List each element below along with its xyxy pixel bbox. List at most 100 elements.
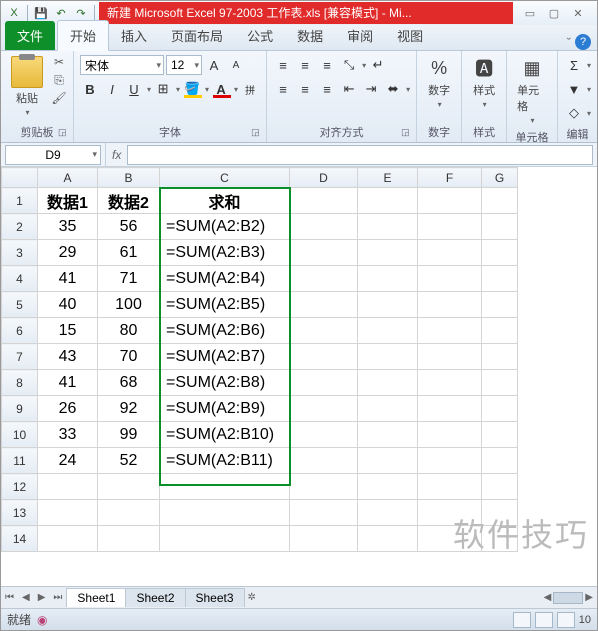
row-header-4[interactable]: 4 <box>2 266 38 292</box>
cell-C13[interactable] <box>160 500 290 526</box>
maximize-button[interactable]: ▢ <box>545 7 563 20</box>
cell-A12[interactable] <box>38 474 98 500</box>
cell-D2[interactable] <box>290 214 358 240</box>
normal-view-button[interactable] <box>513 612 531 628</box>
cell-G2[interactable] <box>482 214 518 240</box>
select-all-corner[interactable] <box>2 168 38 188</box>
cell-B1[interactable]: 数据2 <box>98 188 160 214</box>
cell-C6[interactable]: =SUM(A2:B6) <box>160 318 290 344</box>
cell-G14[interactable] <box>482 526 518 552</box>
cell-G13[interactable] <box>482 500 518 526</box>
cell-G3[interactable] <box>482 240 518 266</box>
cut-icon[interactable]: ✂ <box>51 54 67 70</box>
grow-font-icon[interactable]: A <box>204 55 224 75</box>
cell-G6[interactable] <box>482 318 518 344</box>
cell-D9[interactable] <box>290 396 358 422</box>
cell-D1[interactable] <box>290 188 358 214</box>
row-header-5[interactable]: 5 <box>2 292 38 318</box>
sheet-nav-first-icon[interactable]: ⏮ <box>1 592 18 603</box>
cell-F9[interactable] <box>418 396 482 422</box>
cell-D5[interactable] <box>290 292 358 318</box>
cell-D14[interactable] <box>290 526 358 552</box>
row-header-2[interactable]: 2 <box>2 214 38 240</box>
cell-A3[interactable]: 29 <box>38 240 98 266</box>
cell-B13[interactable] <box>98 500 160 526</box>
cell-F7[interactable] <box>418 344 482 370</box>
cell-A6[interactable]: 15 <box>38 318 98 344</box>
indent-dec-icon[interactable]: ⇤ <box>339 79 359 99</box>
cell-C10[interactable]: =SUM(A2:B10) <box>160 422 290 448</box>
minimize-button[interactable]: ▭ <box>521 7 539 20</box>
cell-F3[interactable] <box>418 240 482 266</box>
format-painter-icon[interactable]: 🖌 <box>51 90 67 106</box>
fx-icon[interactable]: fx <box>105 143 127 166</box>
cell-B3[interactable]: 61 <box>98 240 160 266</box>
tab-formula[interactable]: 公式 <box>235 21 285 50</box>
cell-F4[interactable] <box>418 266 482 292</box>
cell-C11[interactable]: =SUM(A2:B11) <box>160 448 290 474</box>
cell-D7[interactable] <box>290 344 358 370</box>
hscroll-right-icon[interactable]: ▶ <box>585 592 593 603</box>
cell-G7[interactable] <box>482 344 518 370</box>
tab-file[interactable]: 文件 <box>5 21 55 50</box>
wrap-text-icon[interactable]: ↵ <box>368 55 388 75</box>
zoom-level[interactable]: 10 <box>579 614 591 626</box>
underline-button[interactable]: U <box>124 79 144 99</box>
tab-view[interactable]: 视图 <box>385 21 435 50</box>
fill-color-icon[interactable]: 🪣 <box>182 79 202 99</box>
cell-F10[interactable] <box>418 422 482 448</box>
align-bottom-icon[interactable]: ≡ <box>317 55 337 75</box>
sheet-tab-1[interactable]: Sheet1 <box>66 588 126 607</box>
cell-C5[interactable]: =SUM(A2:B5) <box>160 292 290 318</box>
cell-C2[interactable]: =SUM(A2:B2) <box>160 214 290 240</box>
worksheet-grid[interactable]: ABCDEFG1数据1数据2求和23556=SUM(A2:B2)32961=SU… <box>1 167 597 586</box>
cell-E6[interactable] <box>358 318 418 344</box>
sheet-nav-last-icon[interactable]: ⏭ <box>49 592 66 603</box>
row-header-14[interactable]: 14 <box>2 526 38 552</box>
cell-D11[interactable] <box>290 448 358 474</box>
cell-B8[interactable]: 68 <box>98 370 160 396</box>
cell-F2[interactable] <box>418 214 482 240</box>
cell-G8[interactable] <box>482 370 518 396</box>
cell-E7[interactable] <box>358 344 418 370</box>
cell-C14[interactable] <box>160 526 290 552</box>
col-header-F[interactable]: F <box>418 168 482 188</box>
cell-E1[interactable] <box>358 188 418 214</box>
align-right-icon[interactable]: ≡ <box>317 79 337 99</box>
row-header-12[interactable]: 12 <box>2 474 38 500</box>
cell-A14[interactable] <box>38 526 98 552</box>
cell-G12[interactable] <box>482 474 518 500</box>
cell-A8[interactable]: 41 <box>38 370 98 396</box>
autosum-icon[interactable]: Σ <box>564 55 584 75</box>
bold-button[interactable]: B <box>80 79 100 99</box>
new-sheet-icon[interactable]: ✲ <box>244 592 260 603</box>
row-header-11[interactable]: 11 <box>2 448 38 474</box>
cell-B6[interactable]: 80 <box>98 318 160 344</box>
row-header-9[interactable]: 9 <box>2 396 38 422</box>
cells-button[interactable]: ▦单元格▾ <box>513 54 551 127</box>
cell-F12[interactable] <box>418 474 482 500</box>
tab-data[interactable]: 数据 <box>285 21 335 50</box>
cell-G9[interactable] <box>482 396 518 422</box>
col-header-C[interactable]: C <box>160 168 290 188</box>
cell-D6[interactable] <box>290 318 358 344</box>
align-top-icon[interactable]: ≡ <box>273 55 293 75</box>
cell-B14[interactable] <box>98 526 160 552</box>
cell-B7[interactable]: 70 <box>98 344 160 370</box>
hscroll-left-icon[interactable]: ◀ <box>544 592 552 603</box>
cell-G1[interactable] <box>482 188 518 214</box>
cell-F8[interactable] <box>418 370 482 396</box>
name-box[interactable]: D9 <box>5 145 101 165</box>
cell-E3[interactable] <box>358 240 418 266</box>
cell-B2[interactable]: 56 <box>98 214 160 240</box>
cell-B4[interactable]: 71 <box>98 266 160 292</box>
col-header-G[interactable]: G <box>482 168 518 188</box>
shrink-font-icon[interactable]: A <box>226 55 246 75</box>
cell-F11[interactable] <box>418 448 482 474</box>
cell-A9[interactable]: 26 <box>38 396 98 422</box>
tab-home[interactable]: 开始 <box>57 20 109 51</box>
cell-B10[interactable]: 99 <box>98 422 160 448</box>
page-layout-view-button[interactable] <box>535 612 553 628</box>
row-header-6[interactable]: 6 <box>2 318 38 344</box>
tab-review[interactable]: 审阅 <box>335 21 385 50</box>
